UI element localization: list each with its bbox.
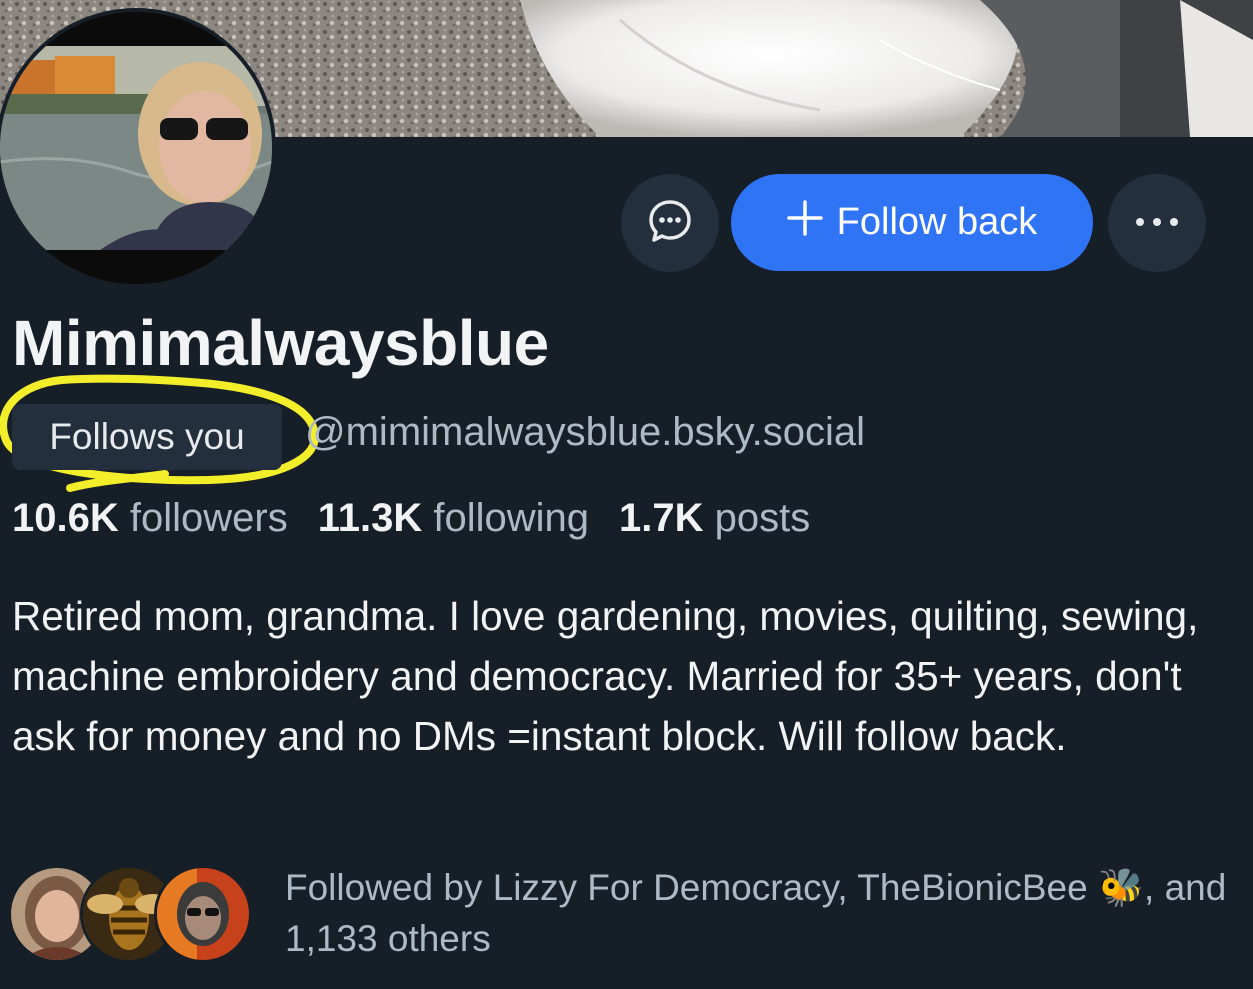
followed-by-prefix: Followed by Lizzy For Democracy, TheBion… bbox=[285, 867, 1088, 908]
follower-avatar bbox=[154, 865, 252, 963]
following-count: 11.3K bbox=[317, 496, 423, 540]
chat-bubble-icon bbox=[647, 198, 693, 249]
following-stat[interactable]: 11.3K following bbox=[318, 496, 589, 541]
profile-avatar[interactable] bbox=[0, 8, 276, 288]
ellipsis-icon bbox=[1135, 214, 1179, 232]
profile-handle[interactable]: @mimimalwaysblue.bsky.social bbox=[305, 410, 865, 455]
more-options-button[interactable] bbox=[1108, 174, 1206, 272]
follows-you-badge: Follows you bbox=[12, 404, 282, 470]
profile-stats: 10.6K followers 11.3K following 1.7K pos… bbox=[12, 496, 810, 541]
follow-back-button[interactable]: Follow back bbox=[731, 174, 1093, 271]
bee-emoji: 🐝 bbox=[1097, 867, 1145, 908]
posts-label: posts bbox=[714, 496, 811, 540]
follow-back-label: Follow back bbox=[836, 201, 1038, 243]
followed-by-text[interactable]: Followed by Lizzy For Democracy, TheBion… bbox=[285, 862, 1235, 964]
posts-count: 1.7K bbox=[619, 496, 704, 540]
following-label: following bbox=[433, 496, 590, 540]
followers-count: 10.6K bbox=[12, 496, 119, 540]
plus-icon bbox=[786, 199, 823, 246]
profile-display-name: Mimimalwaysblue bbox=[12, 307, 549, 379]
followers-stat[interactable]: 10.6K followers bbox=[12, 496, 288, 541]
followers-label: followers bbox=[129, 496, 288, 540]
followed-by-avatars[interactable] bbox=[8, 865, 252, 965]
posts-stat: 1.7K posts bbox=[619, 496, 810, 541]
profile-bio: Retired mom, grandma. I love gardening, … bbox=[12, 593, 1199, 759]
message-button[interactable] bbox=[621, 174, 719, 272]
